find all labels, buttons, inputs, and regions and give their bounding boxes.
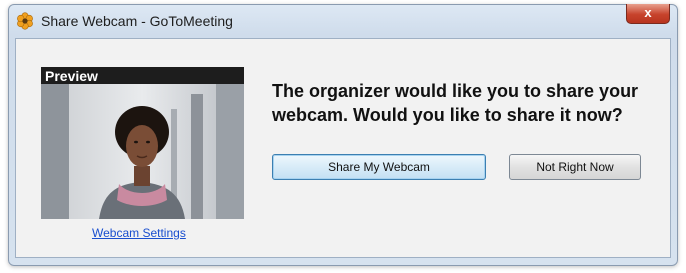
webcam-preview: Preview [41, 67, 244, 219]
titlebar[interactable]: Share Webcam - GoToMeeting x [9, 4, 677, 37]
close-button[interactable]: x [626, 4, 670, 24]
dialog-body: Preview Webcam Settings The organizer wo… [15, 38, 671, 258]
webcam-settings-link[interactable]: Webcam Settings [92, 226, 186, 240]
share-webcam-dialog: Share Webcam - GoToMeeting x Preview Web… [8, 4, 678, 266]
close-icon: x [644, 5, 652, 20]
window-title: Share Webcam - GoToMeeting [41, 13, 233, 29]
preview-label: Preview [45, 68, 98, 84]
share-request-message: The organizer would like you to share yo… [272, 81, 639, 125]
gotomeeting-flower-icon [16, 12, 34, 30]
not-right-now-button[interactable]: Not Right Now [509, 154, 641, 180]
webcam-video-feed [41, 84, 244, 219]
share-my-webcam-button[interactable]: Share My Webcam [272, 154, 486, 180]
